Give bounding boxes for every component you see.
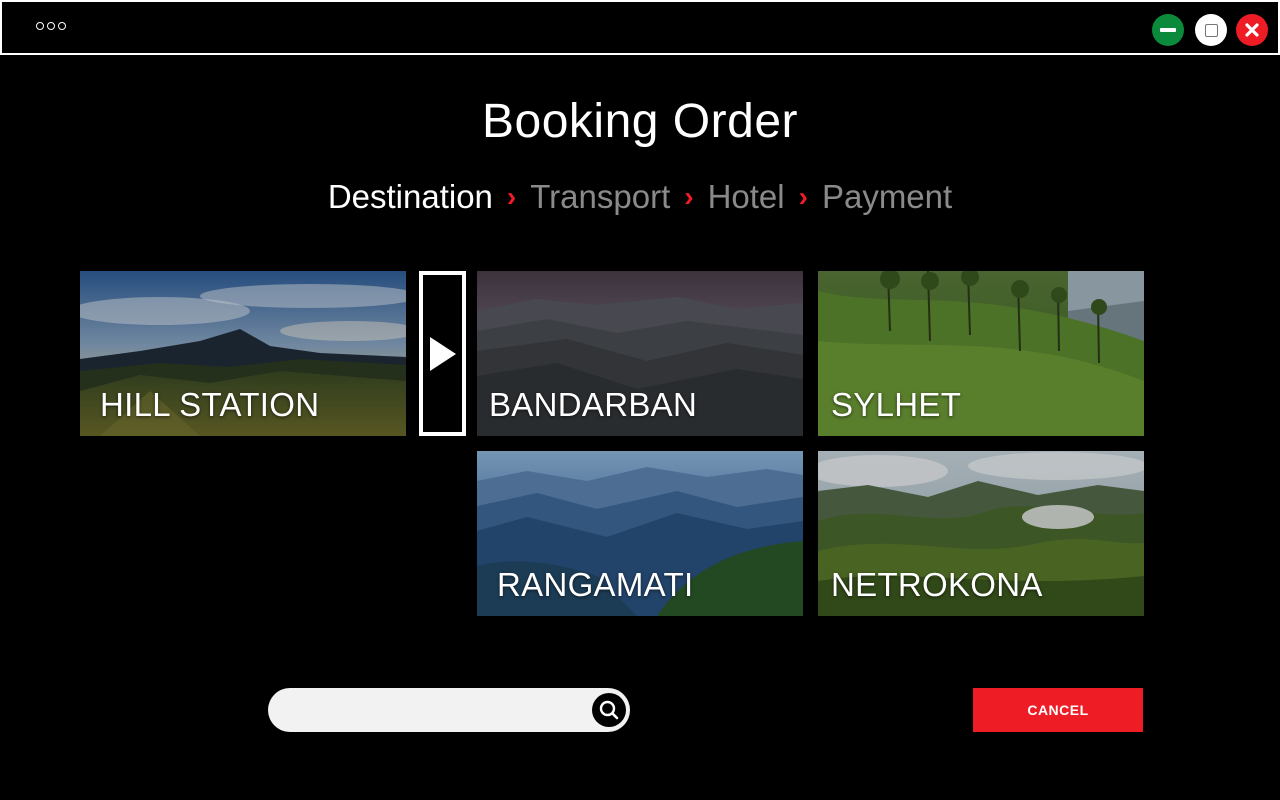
next-arrow-button[interactable]: [419, 271, 466, 436]
step-transport[interactable]: Transport: [530, 178, 670, 216]
step-hotel[interactable]: Hotel: [708, 178, 785, 216]
search-input[interactable]: [286, 688, 586, 732]
destination-tile-rangamati[interactable]: RANGAMATI: [477, 451, 803, 616]
step-destination[interactable]: Destination: [328, 178, 493, 216]
close-icon: [1245, 23, 1259, 37]
destination-label: BANDARBAN: [489, 386, 698, 423]
booking-steps: Destination › Transport › Hotel › Paymen…: [0, 178, 1280, 216]
search-button[interactable]: [592, 693, 626, 727]
search-bar: [268, 688, 630, 732]
category-tile-hill-station[interactable]: HILL STATION: [80, 271, 406, 436]
maximize-button[interactable]: [1195, 14, 1227, 46]
minimize-icon: [1160, 28, 1176, 32]
more-dots-icon[interactable]: [36, 22, 66, 30]
cancel-button[interactable]: CANCEL: [973, 688, 1143, 732]
window-titlebar: [0, 0, 1280, 55]
destination-tile-bandarban[interactable]: BANDARBAN: [477, 271, 803, 436]
play-arrow-icon: [429, 336, 456, 371]
search-icon: [599, 700, 619, 720]
destination-tile-sylhet[interactable]: SYLHET: [818, 271, 1144, 436]
maximize-icon: [1204, 23, 1218, 37]
destination-tile-netrokona[interactable]: NETROKONA: [818, 451, 1144, 616]
category-label: HILL STATION: [100, 386, 320, 423]
chevron-right-icon: ›: [684, 181, 694, 212]
minimize-button[interactable]: [1152, 14, 1184, 46]
chevron-right-icon: ›: [506, 181, 517, 212]
destination-label: SYLHET: [831, 386, 962, 423]
destination-label: NETROKONA: [831, 566, 1043, 603]
close-button[interactable]: [1236, 14, 1268, 46]
step-payment[interactable]: Payment: [822, 178, 952, 216]
chevron-right-icon: ›: [798, 181, 808, 212]
destination-label: RANGAMATI: [497, 566, 694, 603]
page-title: Booking Order: [482, 95, 798, 148]
